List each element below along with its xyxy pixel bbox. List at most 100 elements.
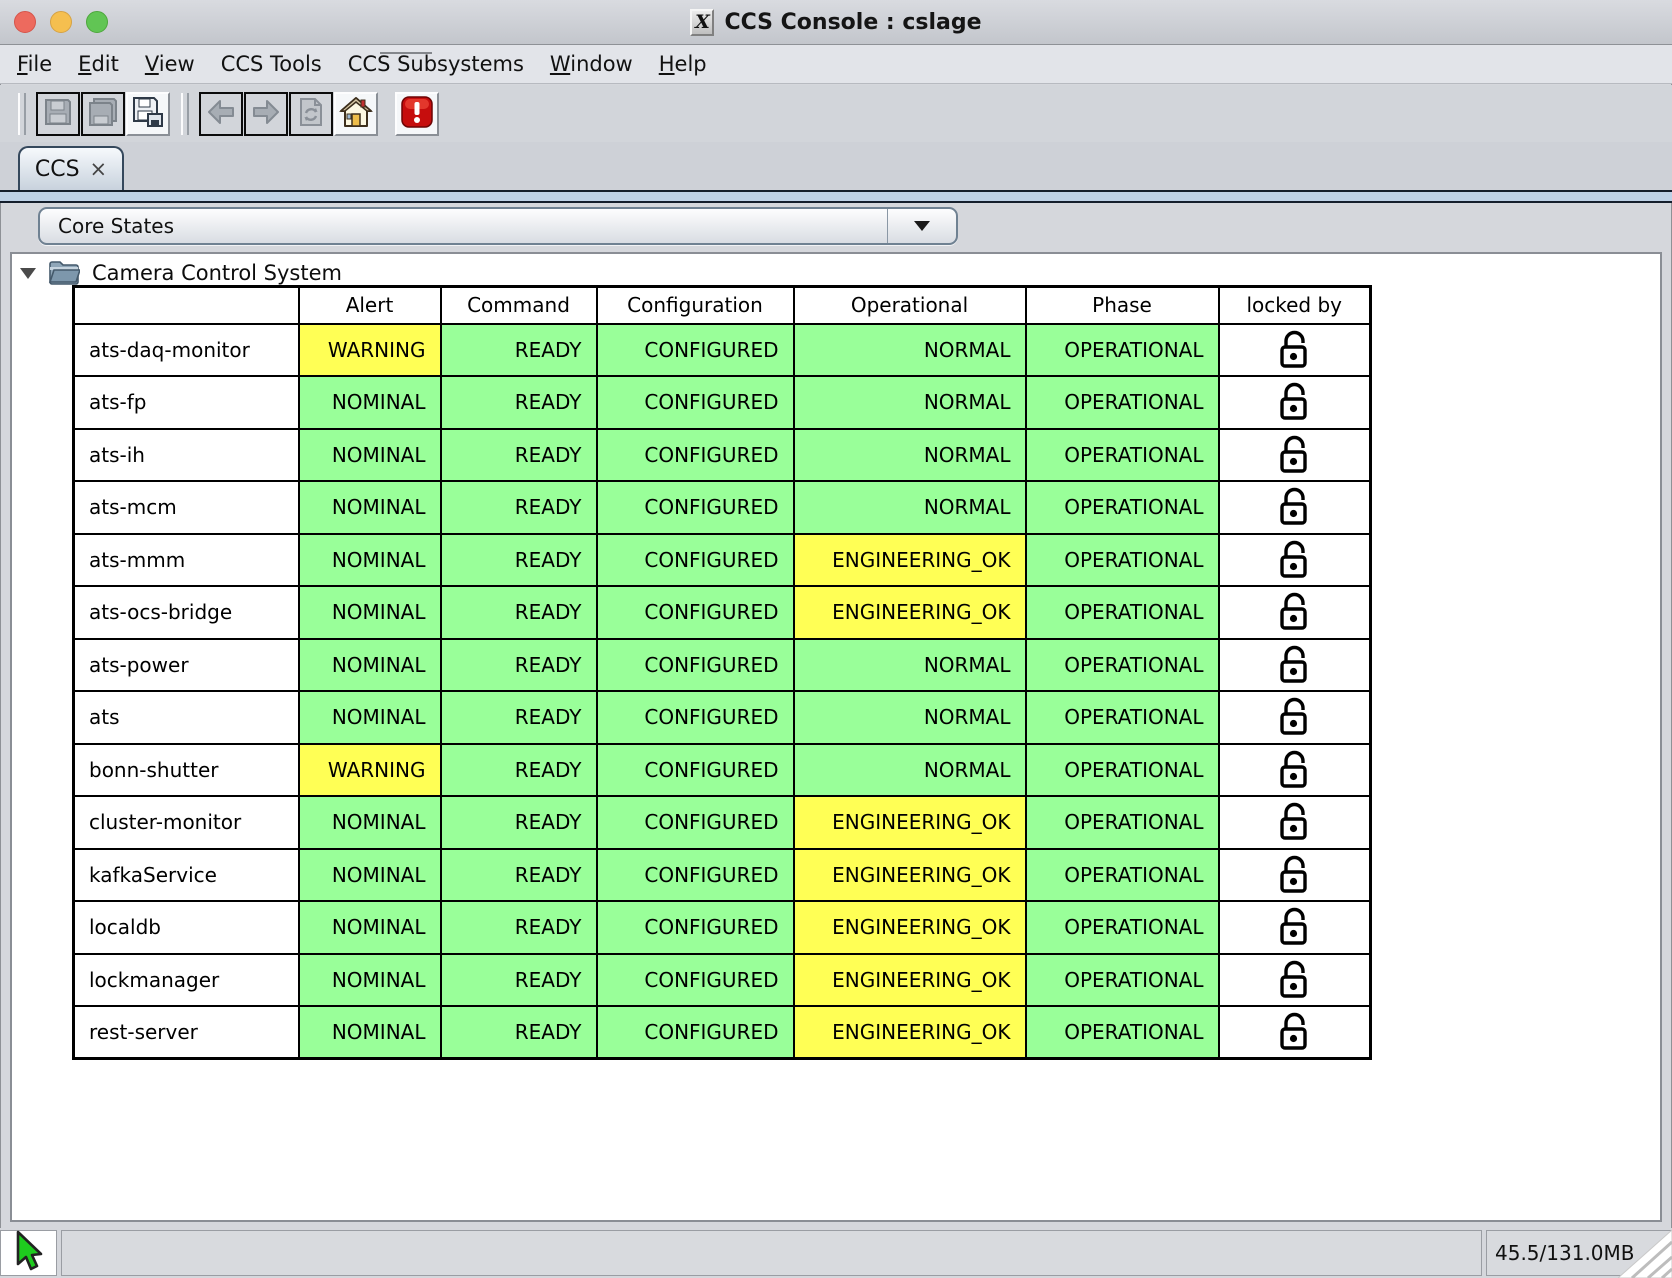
cell-subsystem-name: kafkaService: [74, 849, 299, 902]
save-all-icon: [87, 97, 119, 131]
cell-operational: NORMAL: [794, 481, 1026, 534]
cell-alert: NOMINAL: [299, 376, 441, 429]
column-header-Command: Command: [441, 287, 597, 324]
view-selector-arrow-button[interactable]: [887, 209, 956, 243]
cell-alert: NOMINAL: [299, 849, 441, 902]
toolbar: [0, 85, 1672, 142]
cell-alert: NOMINAL: [299, 796, 441, 849]
minimize-button[interactable]: [50, 11, 72, 33]
close-button[interactable]: [14, 11, 36, 33]
cell-subsystem-name: cluster-monitor: [74, 796, 299, 849]
unlocked-icon: [1276, 756, 1312, 780]
column-header-Phase: Phase: [1026, 287, 1219, 324]
refresh-page-button[interactable]: [289, 92, 333, 136]
save-all-button[interactable]: [81, 92, 125, 136]
cell-subsystem-name: rest-server: [74, 1006, 299, 1059]
cell-configuration: CONFIGURED: [597, 954, 794, 1007]
cell-operational: NORMAL: [794, 691, 1026, 744]
cell-locked-by: [1219, 849, 1371, 902]
table-row: ats-daq-monitorWARNINGREADYCONFIGUREDNOR…: [74, 324, 1371, 377]
cell-locked-by: [1219, 324, 1371, 377]
cell-configuration: CONFIGURED: [597, 796, 794, 849]
cell-command: READY: [441, 744, 597, 797]
home-button[interactable]: [334, 92, 378, 136]
tab-pane-border: [0, 190, 1672, 203]
view-selector[interactable]: Core States: [38, 207, 958, 245]
table-row: localdbNOMINALREADYCONFIGUREDENGINEERING…: [74, 901, 1371, 954]
cell-operational: NORMAL: [794, 429, 1026, 482]
tab-label: CCS: [35, 157, 80, 182]
cursor-icon: [11, 1230, 47, 1276]
cell-configuration: CONFIGURED: [597, 324, 794, 377]
cell-locked-by: [1219, 429, 1371, 482]
cell-operational: NORMAL: [794, 744, 1026, 797]
tree-expander-icon[interactable]: [20, 268, 36, 279]
tab-ccs[interactable]: CCS ×: [18, 146, 124, 190]
toolbar-divider: [380, 52, 432, 54]
alert-button[interactable]: [395, 92, 439, 136]
cell-configuration: CONFIGURED: [597, 691, 794, 744]
tab-close-icon[interactable]: ×: [90, 159, 108, 180]
cell-command: READY: [441, 429, 597, 482]
cell-operational: ENGINEERING_OK: [794, 796, 1026, 849]
column-header-locked by: locked by: [1219, 287, 1371, 324]
menu-window[interactable]: Window: [537, 52, 646, 76]
cell-subsystem-name: ats-mcm: [74, 481, 299, 534]
table-row: ats-mcmNOMINALREADYCONFIGUREDNORMALOPERA…: [74, 481, 1371, 534]
cell-operational: ENGINEERING_OK: [794, 1006, 1026, 1059]
tree-node-label: Camera Control System: [92, 261, 342, 285]
cell-subsystem-name: ats-ih: [74, 429, 299, 482]
cell-operational: ENGINEERING_OK: [794, 901, 1026, 954]
memory-usage: 45.5/131.0MB: [1487, 1241, 1635, 1265]
column-header-Operational: Operational: [794, 287, 1026, 324]
table-row: ats-powerNOMINALREADYCONFIGUREDNORMALOPE…: [74, 639, 1371, 692]
menu-ccs-subsystems[interactable]: CCS Subsystems: [335, 52, 537, 76]
zoom-button[interactable]: [86, 11, 108, 33]
resize-grip[interactable]: [1618, 1230, 1672, 1278]
menu-help[interactable]: Help: [646, 52, 720, 76]
cell-command: READY: [441, 639, 597, 692]
table-row: cluster-monitorNOMINALREADYCONFIGUREDENG…: [74, 796, 1371, 849]
menu-bar: FileEditViewCCS ToolsCCS SubsystemsWindo…: [0, 45, 1672, 84]
table-row: atsNOMINALREADYCONFIGUREDNORMALOPERATION…: [74, 691, 1371, 744]
menu-edit[interactable]: Edit: [65, 52, 132, 76]
menu-view[interactable]: View: [132, 52, 208, 76]
home-icon: [339, 96, 373, 132]
cell-configuration: CONFIGURED: [597, 849, 794, 902]
forward-button[interactable]: [244, 92, 288, 136]
unlocked-icon: [1276, 546, 1312, 570]
unlocked-icon: [1276, 599, 1312, 623]
cell-alert: NOMINAL: [299, 586, 441, 639]
menu-ccs-tools[interactable]: CCS Tools: [208, 52, 335, 76]
toolbar-separator: [18, 93, 26, 135]
save-button[interactable]: [36, 92, 80, 136]
save-as-button[interactable]: [126, 92, 170, 136]
back-button[interactable]: [199, 92, 243, 136]
cell-locked-by: [1219, 481, 1371, 534]
cell-locked-by: [1219, 1006, 1371, 1059]
cell-phase: OPERATIONAL: [1026, 324, 1219, 377]
folder-icon: [48, 258, 80, 289]
cell-operational: ENGINEERING_OK: [794, 586, 1026, 639]
cell-phase: OPERATIONAL: [1026, 429, 1219, 482]
cell-locked-by: [1219, 586, 1371, 639]
column-header-Configuration: Configuration: [597, 287, 794, 324]
cell-alert: WARNING: [299, 744, 441, 797]
cell-operational: ENGINEERING_OK: [794, 954, 1026, 1007]
cell-locked-by: [1219, 954, 1371, 1007]
cell-locked-by: [1219, 901, 1371, 954]
cell-command: READY: [441, 954, 597, 1007]
cell-configuration: CONFIGURED: [597, 534, 794, 587]
unlocked-icon: [1276, 389, 1312, 413]
menu-file[interactable]: File: [4, 52, 65, 76]
content-panel: Camera Control System AlertCommandConfig…: [10, 252, 1662, 1222]
cell-configuration: CONFIGURED: [597, 586, 794, 639]
app-window: X CCS Console : cslage FileEditViewCCS T…: [0, 0, 1672, 1278]
cell-phase: OPERATIONAL: [1026, 481, 1219, 534]
cell-alert: NOMINAL: [299, 429, 441, 482]
column-header-Alert: Alert: [299, 287, 441, 324]
unlocked-icon: [1276, 809, 1312, 833]
cell-configuration: CONFIGURED: [597, 1006, 794, 1059]
chevron-down-icon: [914, 221, 930, 231]
table-row: lockmanagerNOMINALREADYCONFIGUREDENGINEE…: [74, 954, 1371, 1007]
